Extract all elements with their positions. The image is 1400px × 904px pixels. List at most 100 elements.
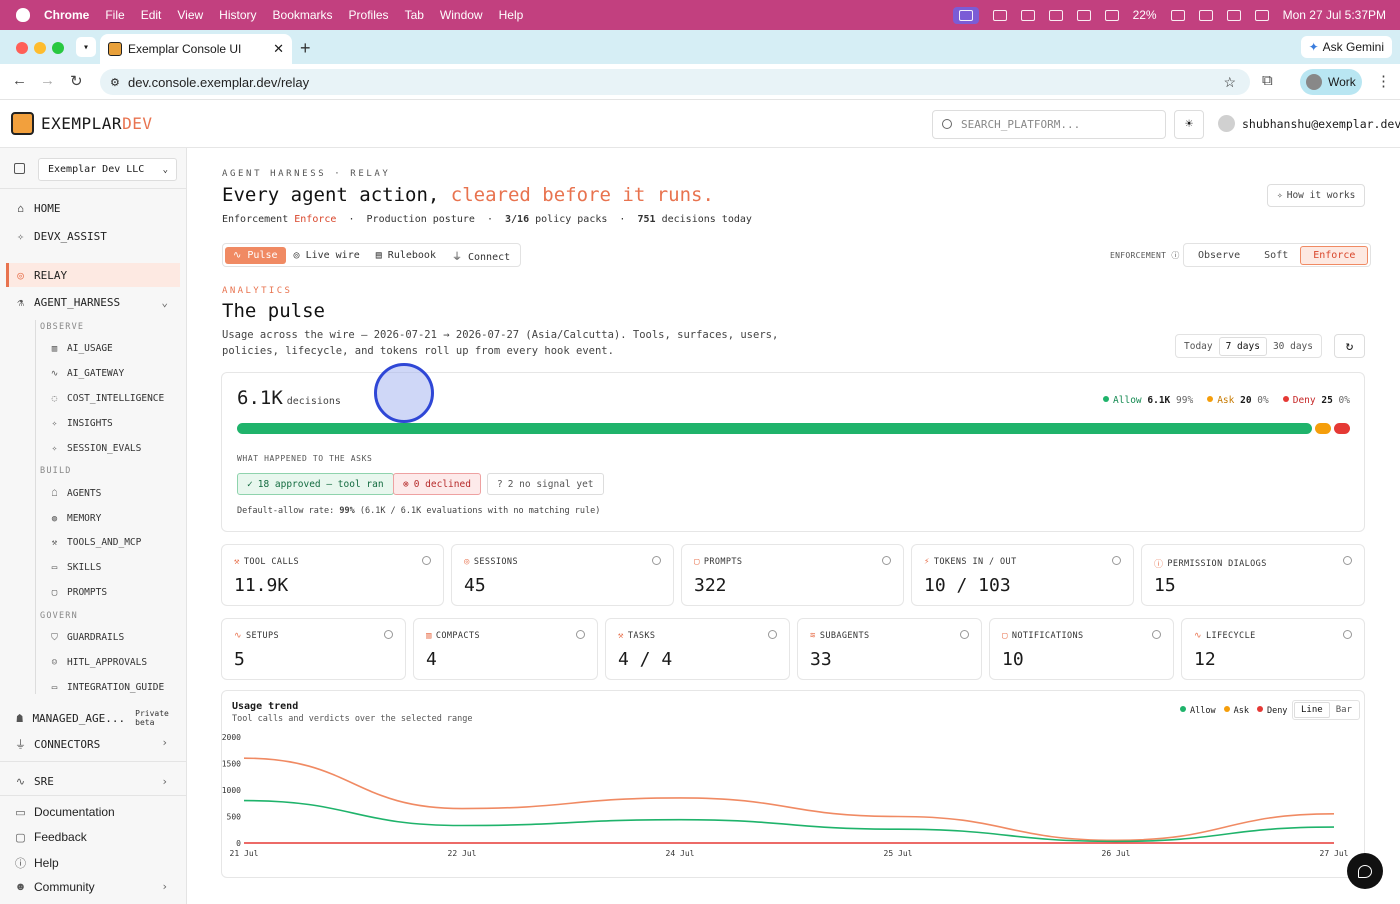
site-info-icon[interactable]: ⚙ — [110, 76, 120, 89]
tab-pulse[interactable]: ∿ Pulse — [225, 246, 286, 264]
sidebar-item-cost-intelligence[interactable]: ◌ COST_INTELLIGENCE — [48, 393, 164, 404]
sidebar-item-relay[interactable]: ◎ RELAY — [6, 263, 180, 287]
sidebar-item-home[interactable]: ⌂ HOME — [14, 202, 60, 215]
stat-card-tool-calls[interactable]: ⚒ TOOL CALLS 11.9K — [221, 544, 444, 606]
refresh-button[interactable]: ↻ — [1334, 334, 1365, 358]
zoom-window-icon[interactable] — [52, 42, 64, 54]
info-icon[interactable] — [1112, 556, 1121, 565]
menu-history[interactable]: History — [219, 8, 256, 22]
mute-icon[interactable] — [1076, 9, 1091, 21]
tab-live-wire[interactable]: ◎ Live wire — [286, 247, 368, 264]
chat-launcher-button[interactable] — [1347, 853, 1383, 889]
sidebar-item-hitl-approvals[interactable]: ☺ HITL_APPROVALS — [48, 657, 147, 668]
theme-toggle-button[interactable]: ☀ — [1174, 110, 1204, 139]
info-icon[interactable] — [1343, 556, 1352, 565]
tab-rulebook[interactable]: ▤ Rulebook — [368, 247, 444, 264]
sidebar-item-memory[interactable]: ◍ MEMORY — [48, 513, 102, 524]
group-build[interactable]: BUILD — [40, 466, 72, 476]
stat-card-lifecycle[interactable]: ∿ LIFECYCLE 12 — [1181, 618, 1365, 680]
address-bar[interactable]: ⚙ dev.console.exemplar.dev/relay ☆ — [100, 69, 1250, 95]
new-tab-icon[interactable]: + — [300, 38, 311, 59]
screen-share-icon[interactable] — [952, 6, 979, 24]
ask-gemini-button[interactable]: ✦ Ask Gemini — [1300, 36, 1392, 58]
sidebar-item-agents[interactable]: ☖ AGENTS — [48, 488, 102, 499]
approved-pill[interactable]: ✓ 18 approved — tool ran — [237, 473, 394, 495]
more-menu-icon[interactable]: ⋮ — [1376, 72, 1391, 90]
browser-tab[interactable]: Exemplar Console UI ✕ — [100, 34, 292, 64]
info-icon[interactable] — [384, 630, 393, 639]
stat-card-setups[interactable]: ∿ SETUPS 5 — [221, 618, 406, 680]
menu-profiles[interactable]: Profiles — [349, 8, 389, 22]
info-icon[interactable] — [768, 630, 777, 639]
sidebar-item-ai-gateway[interactable]: ∿ AI_GATEWAY — [48, 368, 124, 379]
info-icon[interactable] — [652, 556, 661, 565]
stat-card-notifications[interactable]: ▢ NOTIFICATIONS 10 — [989, 618, 1174, 680]
stat-card-tokens[interactable]: ⚡ TOKENS IN / OUT 10 / 103 — [911, 544, 1134, 606]
sidebar-item-managed-agents[interactable]: ☗ MANAGED_AGE... Private beta — [14, 709, 186, 727]
stat-card-subagents[interactable]: ≋ SUBAGENTS 33 — [797, 618, 982, 680]
sidebar-item-sre[interactable]: ∿ SRE — [14, 775, 54, 788]
info-icon[interactable] — [1343, 630, 1352, 639]
enforcement-enforce[interactable]: Enforce — [1300, 245, 1369, 265]
group-govern[interactable]: GOVERN — [40, 611, 78, 621]
org-selector[interactable]: Exemplar Dev LLC ⌄ — [38, 158, 177, 181]
menu-app[interactable]: Chrome — [44, 8, 89, 22]
window-icon[interactable] — [1104, 9, 1119, 21]
search-input[interactable]: SEARCH_PLATFORM... — [932, 110, 1166, 139]
sidebar-item-devx-assist[interactable]: ✧ DEVX_ASSIST — [14, 230, 107, 243]
url-text[interactable]: dev.console.exemplar.dev/relay — [128, 75, 309, 90]
control-center-icon[interactable] — [1254, 9, 1269, 21]
menu-tab[interactable]: Tab — [405, 8, 424, 22]
info-icon[interactable] — [1152, 630, 1161, 639]
chevron-down-icon[interactable]: ⌄ — [161, 296, 168, 309]
stat-card-prompts[interactable]: ▢ PROMPTS 322 — [681, 544, 904, 606]
range-7-days[interactable]: 7 days — [1218, 336, 1267, 356]
sidebar-item-documentation[interactable]: ▭ Documentation — [14, 805, 114, 819]
minimize-window-icon[interactable] — [34, 42, 46, 54]
user-menu[interactable]: shubhanshu@exemplar.dev — [1218, 115, 1400, 132]
info-icon[interactable] — [576, 630, 585, 639]
tab-search-icon[interactable]: ▾ — [76, 37, 96, 57]
enforcement-observe[interactable]: Observe — [1186, 247, 1252, 264]
search-icon[interactable] — [1226, 9, 1241, 21]
bookmark-star-icon[interactable]: ☆ — [1223, 74, 1236, 91]
stat-card-tasks[interactable]: ⚒ TASKS 4 / 4 — [605, 618, 790, 680]
clock[interactable]: Mon 27 Jul 5:37PM — [1283, 8, 1386, 22]
sidebar-item-help[interactable]: ⓘ Help — [14, 855, 59, 871]
sidebar-item-insights[interactable]: ✧ INSIGHTS — [48, 418, 113, 429]
enforcement-soft[interactable]: Soft — [1252, 247, 1300, 264]
info-icon[interactable] — [422, 556, 431, 565]
cloud-icon[interactable] — [1020, 9, 1035, 21]
chevron-right-icon[interactable]: › — [161, 736, 168, 749]
sidebar-item-ai-usage[interactable]: ▥ AI_USAGE — [48, 343, 113, 354]
chevron-right-icon[interactable]: › — [161, 880, 168, 893]
sidebar-item-guardrails[interactable]: ⛉ GUARDRAILS — [48, 632, 124, 643]
stat-card-permission-dialogs[interactable]: ⓘ PERMISSION DIALOGS 15 — [1141, 544, 1365, 606]
stat-card-compacts[interactable]: ▥ COMPACTS 4 — [413, 618, 598, 680]
menu-bookmarks[interactable]: Bookmarks — [273, 8, 333, 22]
sidebar-item-community[interactable]: ☻ Community — [14, 880, 95, 894]
battery-icon[interactable] — [1170, 9, 1185, 21]
stat-card-sessions[interactable]: ◎ SESSIONS 45 — [451, 544, 674, 606]
menu-file[interactable]: File — [105, 8, 124, 22]
forward-icon[interactable]: → — [40, 72, 55, 89]
apple-icon[interactable] — [16, 8, 30, 22]
sidebar-item-agent-harness[interactable]: ⚗ AGENT_HARNESS — [14, 296, 120, 309]
sidebar-item-skills[interactable]: ▭ SKILLS — [48, 562, 102, 573]
info-icon[interactable]: ⓘ — [1171, 251, 1179, 260]
sidebar-item-tools-and-mcp[interactable]: ⚒ TOOLS_AND_MCP — [48, 537, 142, 548]
info-icon[interactable] — [960, 630, 969, 639]
chevron-right-icon[interactable]: › — [161, 775, 168, 788]
sidebar-item-prompts[interactable]: ▢ PROMPTS — [48, 587, 107, 598]
menu-view[interactable]: View — [177, 8, 203, 22]
how-it-works-button[interactable]: ✧ How it works — [1267, 184, 1366, 207]
bar-deny[interactable] — [1334, 423, 1350, 434]
group-observe[interactable]: OBSERVE — [40, 322, 84, 332]
back-icon[interactable]: ← — [12, 72, 27, 89]
menu-help[interactable]: Help — [499, 8, 524, 22]
profile-button[interactable]: Work — [1300, 69, 1362, 95]
sidebar-item-integration-guide[interactable]: ▭ INTEGRATION_GUIDE — [48, 682, 164, 693]
bar-allow[interactable] — [237, 423, 1312, 434]
declined-pill[interactable]: ⊗ 0 declined — [393, 473, 481, 495]
no-signal-pill[interactable]: ? 2 no signal yet — [487, 473, 604, 495]
